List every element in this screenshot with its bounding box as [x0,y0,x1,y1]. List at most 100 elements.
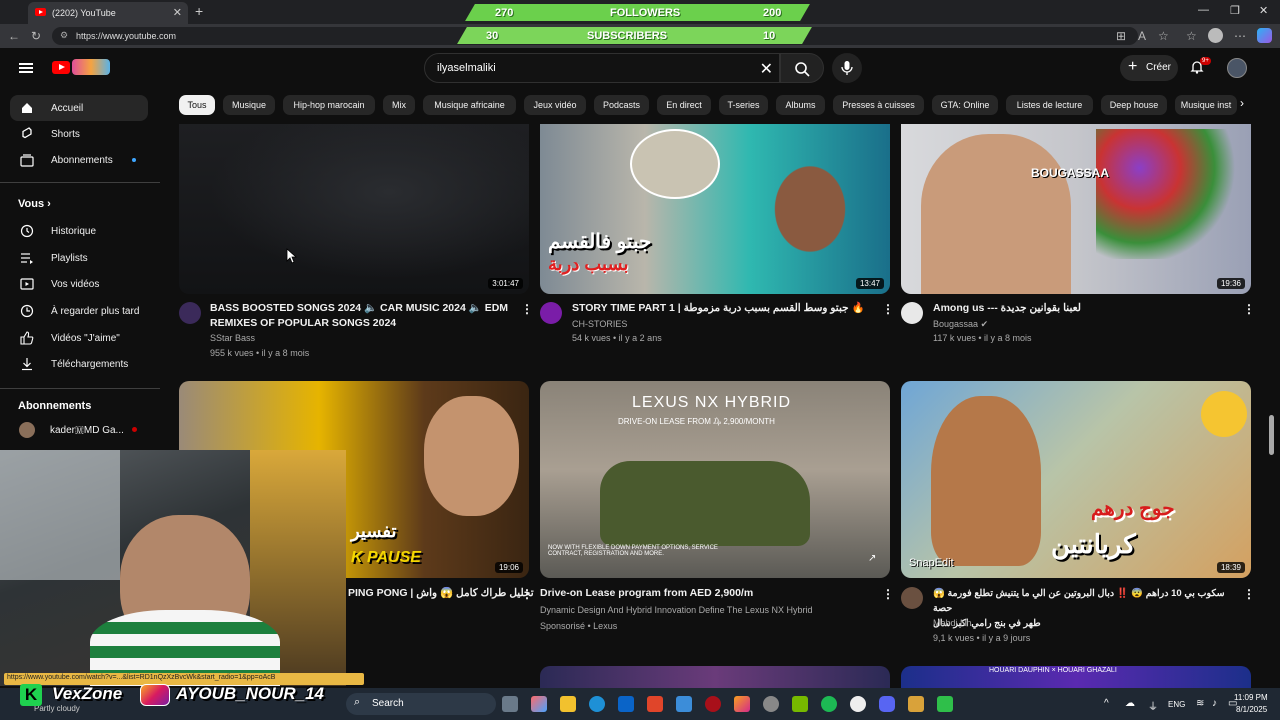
obs-icon[interactable] [850,696,866,712]
task-view-icon[interactable] [502,696,518,712]
video-thumbnail[interactable]: LEXUS NX HYBRID DRIVE-ON LEASE FROM ₯ 2,… [540,381,890,578]
taskbar-search[interactable]: ⌕ Search [346,693,496,715]
video-thumbnail[interactable] [540,666,890,688]
sidebar-item-liked-videos[interactable]: Vidéos "J'aime" [10,325,148,351]
channel-name[interactable]: CH-STORIES [572,317,627,332]
doodle-logo[interactable] [72,59,110,75]
copilot-icon[interactable] [531,696,547,712]
you-section-heading[interactable]: Vous › [18,198,51,210]
page-scrollbar[interactable] [1269,415,1274,455]
wifi-icon[interactable]: ≋ [1196,698,1204,709]
copilot-icon[interactable] [1257,28,1272,43]
sidebar-item-subscriptions[interactable]: Abonnements [10,147,148,173]
search-input[interactable]: ilyaselmaliki ✕ [424,53,780,83]
sidebar-subscription-channel[interactable]: kader🇲MD Ga... [10,417,148,443]
more-actions-icon[interactable]: ⋮ [1243,587,1255,601]
chip[interactable]: Hip-hop marocain [283,95,375,115]
close-window-icon[interactable]: ✕ [1259,4,1268,17]
chip[interactable]: GTA: Online [932,95,998,115]
video-title[interactable]: STORY TIME PART 1 | جبتو وسط القسم بسبب … [572,301,872,316]
video-title[interactable]: PING PONG | تحليل طراك كامل 😱 واش [348,586,534,601]
minimize-icon[interactable]: — [1198,4,1209,16]
more-actions-icon[interactable]: ⋮ [882,587,894,601]
video-title[interactable]: Drive-on Lease program from AED 2,900/m [540,586,880,601]
more-icon[interactable]: ⋯ [1234,29,1246,43]
video-thumbnail[interactable]: BOUGASSAA 19:36 [901,124,1251,294]
chip[interactable]: Jeux vidéo [524,95,586,115]
office-icon[interactable] [647,696,663,712]
chips-next-icon[interactable]: › [1240,96,1244,110]
chip[interactable]: En direct [657,95,711,115]
tray-app-icon[interactable]: ☁ [1125,698,1135,709]
external-link-icon[interactable]: ↗ [868,553,876,564]
volume-icon[interactable]: ♪ [1212,698,1217,709]
clear-search-icon[interactable]: ✕ [760,59,773,79]
channel-avatar[interactable] [901,302,923,324]
file-explorer-icon[interactable] [560,696,576,712]
chip[interactable]: Musique [223,95,275,115]
video-thumbnail[interactable]: 3:01:47 [179,124,529,294]
store-icon[interactable] [676,696,692,712]
media-icon[interactable] [705,696,721,712]
tray-chevron-icon[interactable]: ^ [1104,698,1109,709]
reload-icon[interactable]: ↻ [31,29,41,43]
collections-icon[interactable]: ☆ [1186,29,1197,43]
video-title[interactable]: BASS BOOSTED SONGS 2024 🔈 CAR MUSIC 2024… [210,301,510,331]
sidebar-item-history[interactable]: Historique [10,218,148,244]
more-actions-icon[interactable]: ⋮ [521,302,533,316]
clock-time[interactable]: 11:09 PM [1234,693,1268,702]
channel-avatar[interactable] [901,587,923,609]
play-icon[interactable] [937,696,953,712]
more-actions-icon[interactable]: ⋮ [882,302,894,316]
sidebar-item-downloads[interactable]: Téléchargements [10,351,148,377]
hamburger-menu-icon[interactable] [19,63,33,73]
read-aloud-icon[interactable]: A [1138,29,1146,43]
back-icon[interactable]: ← [8,29,20,43]
more-actions-icon[interactable]: ⋮ [521,587,533,601]
chip[interactable]: Deep house [1101,95,1167,115]
discord-icon[interactable] [879,696,895,712]
sidebar-item-playlists[interactable]: Playlists [10,245,148,271]
chip[interactable]: Listes de lecture [1006,95,1093,115]
sidebar-item-shorts[interactable]: Shorts [10,121,148,147]
channel-name[interactable]: SStar Bass [210,331,255,346]
create-button[interactable]: + Créer [1120,55,1178,81]
chip[interactable]: Albums [776,95,825,115]
outlook-icon[interactable] [618,696,634,712]
more-actions-icon[interactable]: ⋮ [1243,302,1255,316]
favorite-icon[interactable]: ☆ [1158,29,1169,43]
sidebar-item-watch-later[interactable]: À regarder plus tard [10,298,148,324]
chip-all[interactable]: Tous [179,95,215,115]
search-button[interactable] [780,53,824,83]
channel-avatar[interactable] [179,302,201,324]
browser-tab[interactable]: (2202) YouTube ✕ [28,2,188,24]
account-avatar[interactable] [1227,58,1247,78]
instagram-icon[interactable] [734,696,750,712]
video-thumbnail[interactable]: جوج درهم كريانتين SnapEdit 18:39 [901,381,1251,578]
maximize-icon[interactable]: ❐ [1230,4,1240,17]
new-tab-icon[interactable]: + [195,3,203,19]
sidebar-item-your-videos[interactable]: Vos vidéos [10,271,148,297]
chip[interactable]: Mix [383,95,415,115]
clock-date[interactable]: 8/1/2025 [1236,705,1267,714]
apps-icon[interactable]: ⊞ [1116,29,1126,43]
chip[interactable]: Podcasts [594,95,649,115]
app-icon[interactable] [763,696,779,712]
video-title[interactable]: سكوب بي 10 دراهم 😨 ‼️ دبال البروتين عن ا… [933,586,1233,631]
chip[interactable]: T-series [719,95,768,115]
voice-search-button[interactable] [832,53,862,83]
chip[interactable]: Presses à cuisses [833,95,924,115]
game-icon[interactable] [908,696,924,712]
channel-name[interactable]: Bougassaa ✔ [933,317,988,332]
video-title[interactable]: Among us --- لعبنا بقوانين جديدة [933,301,1233,316]
profile-icon[interactable] [1208,28,1223,43]
sidebar-item-home[interactable]: Accueil [10,95,148,121]
youtube-logo-icon[interactable] [52,61,70,74]
chip[interactable]: Musique inst [1175,95,1237,115]
chip[interactable]: Musique africaine [423,95,516,115]
video-thumbnail[interactable]: جبتو فالقسم بسبب دربة 13:47 [540,124,890,294]
spotify-icon[interactable] [821,696,837,712]
edge-icon[interactable] [589,696,605,712]
language-indicator[interactable]: ENG [1168,700,1185,709]
video-thumbnail[interactable]: HOUARI DAUPHIN × HOUARI GHAZALI [901,666,1251,688]
